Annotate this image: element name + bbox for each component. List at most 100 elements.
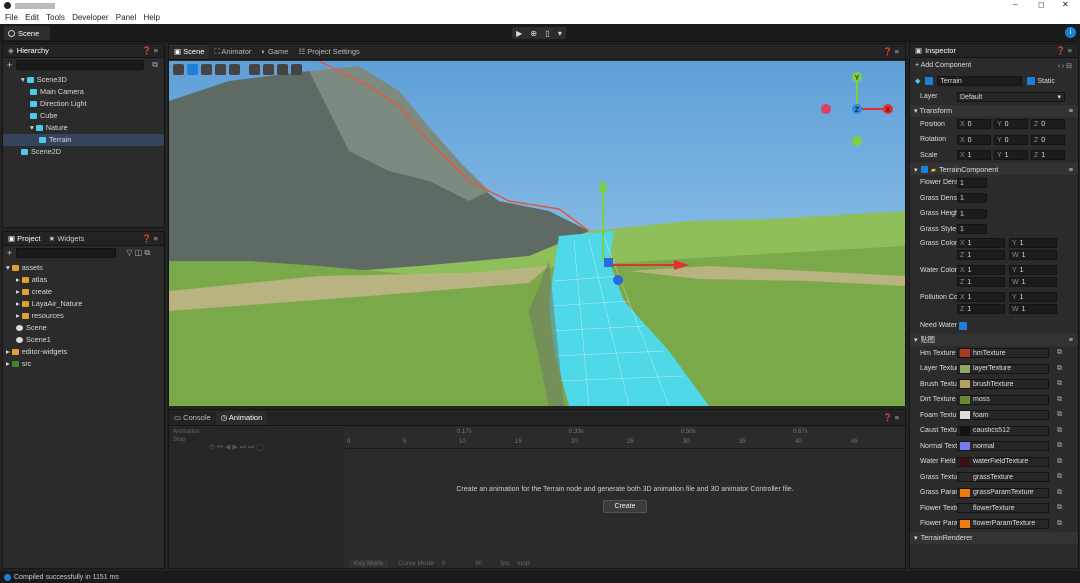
rect-tool-icon[interactable] bbox=[249, 64, 260, 75]
color-z-field[interactable]: Z1 bbox=[957, 250, 1005, 260]
transform-y-field[interactable]: Y0 bbox=[994, 119, 1028, 130]
hierarchy-item[interactable]: Scene2D bbox=[3, 146, 164, 158]
curve-mode-button[interactable]: Curve Mode bbox=[398, 560, 433, 567]
edit-texture-icon[interactable]: ⧉ bbox=[1057, 380, 1062, 388]
animation-transport-controls[interactable]: ⟲ ⏮ ◀ ▶ ⏭ ⏭ ◯ bbox=[209, 443, 264, 452]
menu-developer[interactable]: Developer bbox=[72, 13, 108, 22]
expand-arrow-icon[interactable]: ▾ bbox=[6, 263, 12, 272]
hierarchy-item[interactable]: Direction Light bbox=[3, 98, 164, 110]
expand-arrow-icon[interactable]: ▸ bbox=[16, 275, 22, 284]
prop-value-field[interactable]: 1 bbox=[957, 224, 987, 235]
timeline-ruler[interactable]: 0 5 10 15 20 25 30 35 40 45 0.17s 0.33s 0.50s 0.67s bbox=[345, 427, 905, 449]
close-button[interactable]: ✕ bbox=[1062, 0, 1069, 9]
color-y-field[interactable]: Y1 bbox=[1009, 265, 1057, 275]
texture-field[interactable]: waterFieldTexture bbox=[957, 456, 1049, 467]
edit-texture-icon[interactable]: ⧉ bbox=[1057, 349, 1062, 357]
edit-texture-icon[interactable]: ⧉ bbox=[1057, 489, 1062, 497]
hierarchy-item[interactable]: Main Camera bbox=[3, 86, 164, 98]
pivot-tool-icon[interactable] bbox=[263, 64, 274, 75]
add-node-icon[interactable]: + bbox=[7, 60, 12, 70]
menu-file[interactable]: File bbox=[5, 13, 18, 22]
color-z-field[interactable]: Z1 bbox=[957, 277, 1005, 287]
hierarchy-search-input[interactable] bbox=[16, 60, 145, 70]
expand-arrow-icon[interactable]: ▸ bbox=[6, 347, 12, 356]
edit-texture-icon[interactable]: ⧉ bbox=[1057, 473, 1062, 481]
project-item[interactable]: ▸ LayaAir_Nature bbox=[3, 298, 164, 310]
project-search-input[interactable] bbox=[16, 248, 117, 258]
create-button[interactable]: Create bbox=[603, 500, 647, 513]
color-w-field[interactable]: W1 bbox=[1009, 250, 1057, 260]
stats-tool-icon[interactable] bbox=[291, 64, 302, 75]
transform-section[interactable]: ▾ Transform ≡ bbox=[910, 104, 1078, 117]
project-item[interactable]: ▾ assets bbox=[3, 262, 164, 274]
menu-tools[interactable]: Tools bbox=[46, 13, 65, 22]
transform-x-field[interactable]: X0 bbox=[957, 119, 991, 130]
project-item[interactable]: Scene1 bbox=[3, 334, 164, 346]
texture-field[interactable]: brushTexture bbox=[957, 379, 1049, 390]
transform-x-field[interactable]: X0 bbox=[957, 134, 991, 145]
edit-texture-icon[interactable]: ⧉ bbox=[1057, 504, 1062, 512]
add-component-button[interactable]: + Add Component bbox=[915, 62, 971, 69]
edit-texture-icon[interactable]: ⧉ bbox=[1057, 458, 1062, 466]
rotate-tool-icon[interactable] bbox=[201, 64, 212, 75]
minimize-button[interactable]: – bbox=[1013, 0, 1017, 9]
transform-y-field[interactable]: Y1 bbox=[994, 150, 1028, 161]
color-x-field[interactable]: X1 bbox=[957, 238, 1005, 248]
project-item[interactable]: ▸ editor-widgets bbox=[3, 346, 164, 358]
transform-x-field[interactable]: X1 bbox=[957, 150, 991, 161]
expand-arrow-icon[interactable]: ▸ bbox=[16, 311, 22, 320]
tab-animation[interactable]: ◷ Animation bbox=[215, 410, 268, 425]
hierarchy-item[interactable]: Cube bbox=[3, 110, 164, 122]
prop-value-field[interactable]: 1 bbox=[957, 208, 987, 219]
tab-console[interactable]: ▭ Console bbox=[169, 411, 216, 425]
terrain-enabled-checkbox[interactable] bbox=[920, 165, 928, 173]
color-x-field[interactable]: X1 bbox=[957, 265, 1005, 275]
texture-field[interactable]: hmTexture bbox=[957, 348, 1049, 359]
transform-z-field[interactable]: Z1 bbox=[1031, 150, 1065, 161]
color-x-field[interactable]: X1 bbox=[957, 292, 1005, 302]
network-icon[interactable]: ⊕ bbox=[530, 29, 537, 38]
edit-texture-icon[interactable]: ⧉ bbox=[1057, 520, 1062, 528]
info-icon[interactable]: i bbox=[1065, 27, 1076, 38]
tab-project-settings[interactable]: ☷ Project Settings bbox=[293, 45, 364, 59]
texture-field[interactable]: caustics512 bbox=[957, 425, 1049, 436]
edit-texture-icon[interactable]: ⧉ bbox=[1057, 411, 1062, 419]
animation-menu-icon[interactable]: ❓ ≡ bbox=[883, 413, 899, 422]
color-z-field[interactable]: Z1 bbox=[957, 304, 1005, 314]
edit-texture-icon[interactable]: ⧉ bbox=[1057, 427, 1062, 435]
transform-tool-icon[interactable] bbox=[229, 64, 240, 75]
terrain-renderer-section[interactable]: ▾ TerrainRenderer bbox=[910, 531, 1078, 544]
color-w-field[interactable]: W1 bbox=[1009, 304, 1057, 314]
menu-help[interactable]: Help bbox=[143, 13, 159, 22]
transform-z-field[interactable]: Z0 bbox=[1031, 119, 1065, 130]
expand-arrow-icon[interactable]: ▾ bbox=[30, 123, 36, 132]
project-tab[interactable]: ▣ Project bbox=[8, 234, 41, 243]
expand-arrow-icon[interactable]: ▸ bbox=[16, 299, 22, 308]
device-dropdown[interactable]: ▾ bbox=[558, 29, 562, 38]
tab-animator[interactable]: ⛶ Animator bbox=[209, 45, 256, 59]
scale-tool-icon[interactable] bbox=[215, 64, 226, 75]
loop-toggle[interactable]: loop bbox=[517, 560, 529, 567]
prop-value-field[interactable]: 1 bbox=[957, 193, 987, 204]
menu-edit[interactable]: Edit bbox=[25, 13, 39, 22]
texture-field[interactable]: flowerParamTexture bbox=[957, 518, 1049, 529]
add-asset-icon[interactable]: + bbox=[7, 248, 12, 258]
texture-field[interactable]: normal bbox=[957, 441, 1049, 452]
tab-scene-doc[interactable]: Scene bbox=[4, 26, 50, 40]
project-item[interactable]: ▸ atlas bbox=[3, 274, 164, 286]
color-w-field[interactable]: W1 bbox=[1009, 277, 1057, 287]
layer-select[interactable]: Default ▾ bbox=[957, 91, 1065, 102]
tab-game[interactable]: ◐ Game bbox=[256, 45, 293, 59]
static-checkbox[interactable] bbox=[1027, 77, 1036, 86]
nav-arrows-icon[interactable]: ‹ › ⊟ bbox=[1058, 62, 1072, 70]
widgets-tab[interactable]: ★ Widgets bbox=[49, 234, 85, 243]
key-mode-button[interactable]: Key Mode bbox=[349, 559, 389, 567]
expand-arrow-icon[interactable]: ▸ bbox=[6, 359, 12, 368]
hierarchy-item[interactable]: ▾ Nature bbox=[3, 122, 164, 134]
textures-section[interactable]: ▾ 贴图 ≡ bbox=[910, 333, 1078, 346]
prop-value-field[interactable]: 1 bbox=[957, 177, 987, 188]
project-item[interactable]: ▸ src bbox=[3, 358, 164, 370]
project-menu-icon[interactable]: ❓ ≡ bbox=[142, 234, 158, 243]
play-button[interactable]: ▶ bbox=[516, 29, 522, 38]
camera-tool-icon[interactable] bbox=[277, 64, 288, 75]
